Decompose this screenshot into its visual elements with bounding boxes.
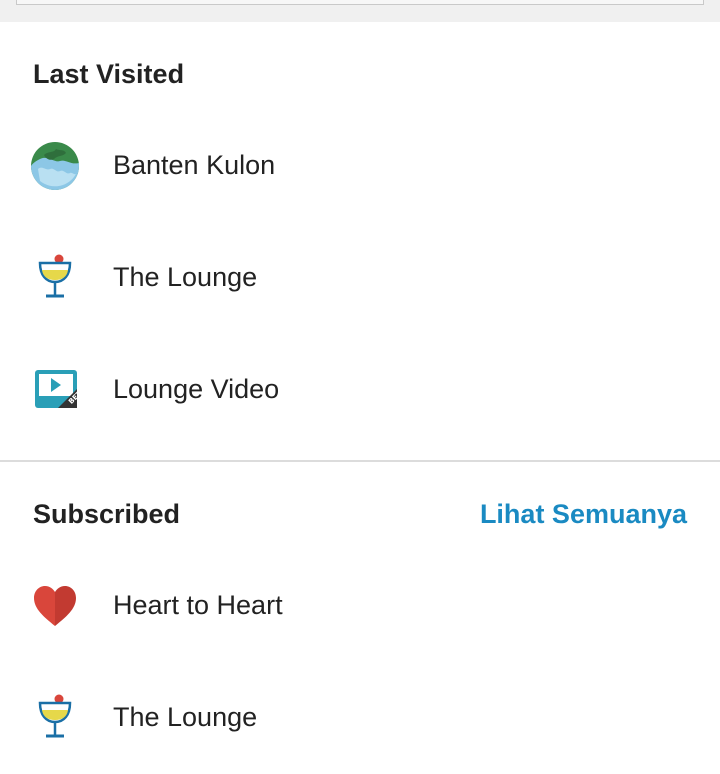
last-visited-item-the-lounge[interactable]: The Lounge [0,222,720,334]
last-visited-header: Last Visited [33,59,185,89]
video-play-beta-icon: BETA [30,365,87,415]
last-visited-label: Banten Kulon [113,150,276,180]
cocktail-glass-icon [30,253,80,303]
subscribed-label: Heart to Heart [113,590,283,620]
subscribed-label: The Lounge [113,702,258,732]
globe-icon [30,141,80,191]
last-visited-item-lounge-video[interactable]: BETA Lounge Video [0,334,720,446]
cocktail-glass-icon [30,693,80,743]
heart-icon [30,581,80,631]
subscribed-item-the-lounge[interactable]: The Lounge [0,662,720,774]
last-visited-label: The Lounge [113,262,258,292]
last-visited-item-banten-kulon[interactable]: Banten Kulon [0,110,720,222]
last-visited-label: Lounge Video [113,374,280,404]
top-strip [0,0,720,22]
section-divider [0,460,720,462]
subscribed-item-heart-to-heart[interactable]: Heart to Heart [0,550,720,662]
search-box[interactable] [16,0,704,5]
see-all-link[interactable]: Lihat Semuanya [480,499,687,529]
subscribed-header: Subscribed [33,499,181,529]
